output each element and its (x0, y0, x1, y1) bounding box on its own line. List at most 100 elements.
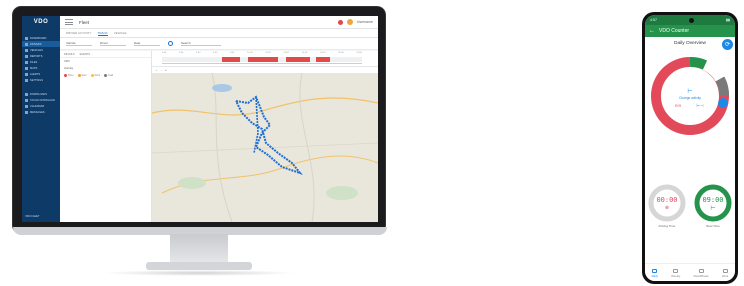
steering-wheel-icon: ⊛ (665, 205, 669, 211)
gauge-green-segment (689, 57, 708, 70)
list-item[interactable]: Journey (60, 65, 151, 72)
tick-label: 2:00 (179, 52, 184, 54)
rest-time-dial[interactable]: 09:00 ⊢ (693, 183, 733, 223)
truck-icon (25, 48, 28, 52)
drive-segment (222, 57, 240, 62)
driving-time-dial[interactable]: 00:00 ⊛ (647, 183, 687, 223)
tick-label: 6:00 (213, 52, 218, 54)
sidebar-item-label: FILES (30, 60, 38, 64)
nav-daily[interactable]: Daily (652, 269, 658, 278)
layers-icon[interactable]: ≡ (165, 69, 167, 72)
monitor-stand-neck (170, 234, 228, 264)
zoom-out-icon[interactable]: − (161, 69, 163, 72)
sidebar-footer: VDO FLEET (25, 215, 40, 218)
monitor-bezel: VDO Fleet Username DASHBOARD DRIVERS VEH… (12, 6, 387, 235)
phone-screen: 4:57 ▮▮ ← VDO Counter Daily Overview ⟳ ⊢… (645, 15, 735, 281)
legend-swatch (64, 74, 67, 77)
drive-segment (316, 57, 330, 62)
date-filter[interactable]: Date (134, 41, 160, 46)
map-park (178, 177, 206, 189)
legend-item: Work (90, 74, 100, 77)
tab-details[interactable]: DETAILS (64, 53, 75, 56)
hammer-icon (722, 269, 728, 273)
alert-icon (25, 72, 28, 76)
tick-label: 10:00 (247, 52, 253, 54)
sidebar-item-label: CALENDAR (30, 104, 45, 108)
app-topbar: VDO Fleet Username (22, 16, 378, 29)
tab-track[interactable]: TRACK (97, 31, 108, 36)
nav-weekly[interactable]: Weekly (671, 269, 680, 278)
back-arrow-icon[interactable]: ← (649, 28, 655, 34)
nav-label: Weekly (671, 274, 681, 278)
list-item[interactable]: VDO (60, 58, 151, 65)
timeline-ticks: 0:00 2:00 4:00 6:00 8:00 10:00 12:00 14:… (162, 52, 362, 54)
legend-swatch (77, 74, 81, 77)
camera-icon (689, 17, 695, 23)
search-icon[interactable] (168, 41, 173, 46)
details-panel: DETAILS EVENTS VDO Journey Drive Rest Wo… (60, 51, 152, 222)
gauge-grey-segment (715, 76, 729, 97)
nav-label: Work (721, 274, 729, 278)
app-header: ← VDO Counter (645, 25, 735, 37)
drive-segment (248, 57, 278, 62)
app-title: Fleet (79, 19, 90, 25)
activity-timeline[interactable]: 0:00 2:00 4:00 6:00 8:00 10:00 12:00 14:… (152, 51, 378, 67)
sidebar-item-label: DRIVERS (30, 42, 42, 46)
tab-driver-activity[interactable]: DRIVER ACTIVITY (66, 31, 92, 35)
rest-time-value: 09:00 (702, 196, 723, 204)
daily-overview-gauge[interactable]: ⊢ Change activity ⊖⊖ ⊢⊣ (645, 51, 735, 151)
map-icon (25, 66, 28, 70)
status-time: 4:57 (650, 18, 657, 22)
driver-filter[interactable]: Driver (100, 41, 126, 46)
activity-legend: Drive Rest Work Avail (60, 72, 151, 79)
legend-swatch (90, 74, 94, 77)
bed-icon: ⊢ (687, 88, 692, 95)
legend-swatch (104, 74, 108, 77)
details-tabs: DETAILS EVENTS (60, 51, 151, 58)
sidebar-item-label: REPORTS (30, 54, 43, 58)
tick-label: 0:00 (162, 52, 167, 54)
driving-time-label: Driving Time (658, 224, 676, 228)
tick-label: 22:00 (356, 52, 362, 54)
sidebar-item-label: MAPS (30, 66, 38, 70)
calendar-icon (652, 269, 658, 273)
sidebar-item-label: DOWNLOADS (30, 92, 48, 96)
app-logo[interactable]: VDO (22, 16, 60, 29)
route-map[interactable] (152, 73, 378, 222)
nav-rest-break[interactable]: Rest&Break (694, 269, 709, 278)
main-area: DRIVER ACTIVITY TRACK VEHICLE Vehicle Dr… (60, 29, 378, 222)
nav-label: Daily (651, 274, 658, 278)
file-icon (25, 60, 28, 64)
menu-icon[interactable] (65, 19, 73, 25)
center-label: Change activity (679, 96, 701, 100)
sidebar-item-label: VEHICLES (30, 48, 43, 52)
dashboard-icon (25, 36, 28, 40)
tab-vehicle[interactable]: VEHICLE (114, 31, 127, 35)
vehicle-filter[interactable]: Vehicle (66, 41, 92, 46)
sidebar-item-label: TACHO DOWNLOAD (30, 98, 55, 102)
map-park (326, 186, 358, 200)
sidebar-item-label: ALERTS (30, 72, 41, 76)
sidebar: DASHBOARD DRIVERS VEHICLES REPORTS FILES… (22, 29, 60, 222)
notification-icon[interactable] (337, 19, 343, 25)
nav-work[interactable]: Work (722, 269, 728, 278)
tick-label: 16:00 (301, 52, 308, 54)
download-icon (25, 92, 28, 96)
report-icon (25, 54, 28, 58)
search-input[interactable]: Search (181, 41, 221, 46)
sidebar-item-label: DASHBOARD (30, 36, 47, 40)
drive-segment (286, 57, 310, 62)
avatar[interactable] (346, 19, 353, 25)
nav-label: Rest&Break (693, 274, 709, 278)
tab-events[interactable]: EVENTS (80, 53, 90, 56)
tick-label: 12:00 (265, 52, 271, 54)
sidebar-item-messages[interactable]: MESSAGES (22, 109, 60, 115)
driver-icon (25, 42, 28, 46)
rest-icon: ⊢⊣ (697, 103, 704, 108)
user-name[interactable]: Username (357, 20, 373, 24)
sync-button[interactable]: ⟳ (722, 39, 733, 50)
bottom-navigation: Daily Weekly Rest&Break Work (645, 263, 735, 281)
app-header-title: VDO Counter (659, 28, 690, 34)
zoom-in-icon[interactable]: + (156, 69, 158, 72)
clock-icon (673, 269, 679, 273)
